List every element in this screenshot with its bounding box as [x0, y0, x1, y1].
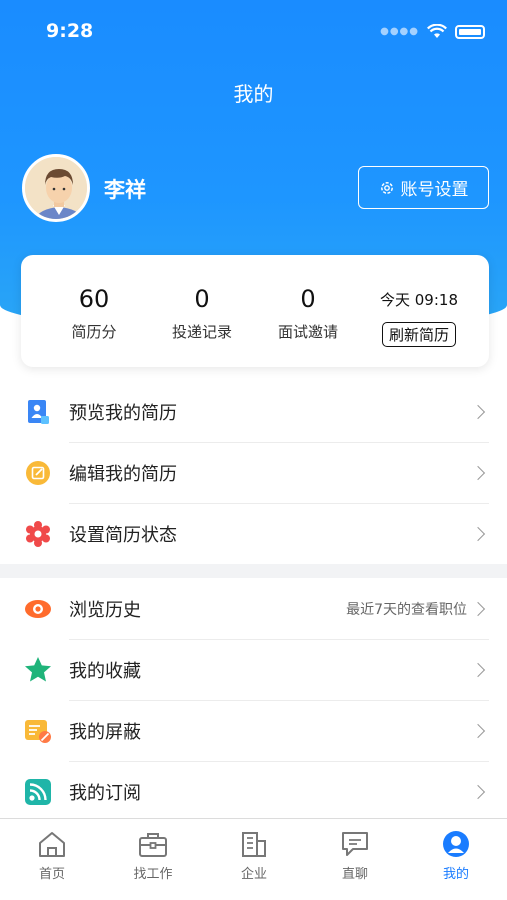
- section-separator: [0, 564, 507, 578]
- menu-label: 我的屏蔽: [69, 721, 141, 743]
- stat-value: 60: [78, 285, 110, 313]
- menu-item-blocked[interactable]: 我的屏蔽: [0, 700, 507, 761]
- menu-label: 预览我的简历: [69, 402, 177, 424]
- stat-label: 投递记录: [171, 323, 232, 341]
- chevron-right-icon: [470, 526, 486, 541]
- menu-item-subscriptions[interactable]: 我的订阅: [0, 761, 507, 822]
- refresh-block: 今天 09:18 刷新简历: [369, 289, 469, 347]
- chevron-right-icon: [470, 723, 486, 738]
- stat-value: 0: [194, 285, 210, 313]
- menu-label: 编辑我的简历: [69, 463, 177, 485]
- eye-icon: [24, 595, 52, 623]
- building-icon: [204, 829, 304, 859]
- tab-mine[interactable]: 我的: [406, 829, 506, 882]
- bottom-tab-bar: 首页 找工作 企业 直聊 我的: [0, 818, 507, 900]
- home-icon: [2, 829, 102, 859]
- chat-icon: [305, 829, 405, 859]
- history-hint: 最近7天的查看职位: [346, 601, 467, 618]
- tab-label: 首页: [38, 867, 65, 882]
- menu-label: 我的收藏: [69, 660, 141, 682]
- avatar[interactable]: [22, 154, 90, 222]
- settings-gear-icon: [380, 181, 393, 194]
- signal-icon: ●●●●: [380, 26, 419, 37]
- profile-icon: [406, 829, 506, 859]
- stat-interviews[interactable]: 0 面试邀请: [258, 285, 358, 342]
- chevron-right-icon: [470, 662, 486, 677]
- menu-label: 我的订阅: [69, 782, 141, 804]
- tab-company[interactable]: 企业: [204, 829, 304, 882]
- stats-card: 60 简历分 0 投递记录 0 面试邀请 今天 09:18 刷新简历: [21, 255, 489, 367]
- user-name: 李祥: [104, 178, 146, 202]
- chevron-right-icon: [470, 601, 486, 616]
- menu-label: 浏览历史: [69, 599, 141, 621]
- tab-label: 我的: [442, 867, 469, 882]
- battery-icon: [455, 24, 485, 39]
- briefcase-icon: [103, 829, 203, 859]
- stat-label: 简历分: [71, 323, 117, 341]
- account-settings-label: 账号设置: [400, 180, 469, 200]
- wifi-icon: [427, 24, 447, 38]
- tab-label: 找工作: [133, 867, 173, 882]
- tab-label: 直聊: [341, 867, 368, 882]
- chevron-right-icon: [470, 404, 486, 419]
- tab-label: 企业: [240, 867, 267, 882]
- edit-resume-icon: [24, 459, 52, 487]
- chevron-right-icon: [470, 465, 486, 480]
- stat-value: 0: [300, 285, 316, 313]
- tab-chat[interactable]: 直聊: [305, 829, 405, 882]
- menu-item-browse-history[interactable]: 浏览历史 最近7天的查看职位: [0, 578, 507, 639]
- menu-label: 设置简历状态: [69, 524, 177, 546]
- chevron-right-icon: [470, 784, 486, 799]
- menu-item-preview-resume[interactable]: 预览我的简历: [0, 381, 507, 442]
- stat-label: 面试邀请: [277, 323, 338, 341]
- refresh-time: 今天 09:18: [380, 291, 458, 309]
- resume-preview-icon: [24, 398, 52, 426]
- menu-item-resume-status[interactable]: 设置简历状态: [0, 503, 507, 564]
- tab-home[interactable]: 首页: [2, 829, 102, 882]
- block-icon: [24, 717, 52, 745]
- star-icon: [24, 656, 52, 684]
- stat-resume-score[interactable]: 60 简历分: [44, 285, 144, 342]
- tab-find-job[interactable]: 找工作: [103, 829, 203, 882]
- status-icons: ●●●●: [380, 24, 485, 39]
- status-time: 9:28: [46, 20, 94, 42]
- account-settings-button[interactable]: 账号设置: [358, 166, 489, 209]
- menu-item-edit-resume[interactable]: 编辑我的简历: [0, 442, 507, 503]
- refresh-resume-button[interactable]: 刷新简历: [381, 322, 456, 347]
- status-bar: 9:28 ●●●●: [0, 0, 507, 60]
- page-title: 我的: [233, 82, 274, 106]
- rss-icon: [24, 778, 52, 806]
- resume-status-gear-icon: [24, 520, 52, 548]
- menu-item-favorites[interactable]: 我的收藏: [0, 639, 507, 700]
- stat-applications[interactable]: 0 投递记录: [152, 285, 252, 342]
